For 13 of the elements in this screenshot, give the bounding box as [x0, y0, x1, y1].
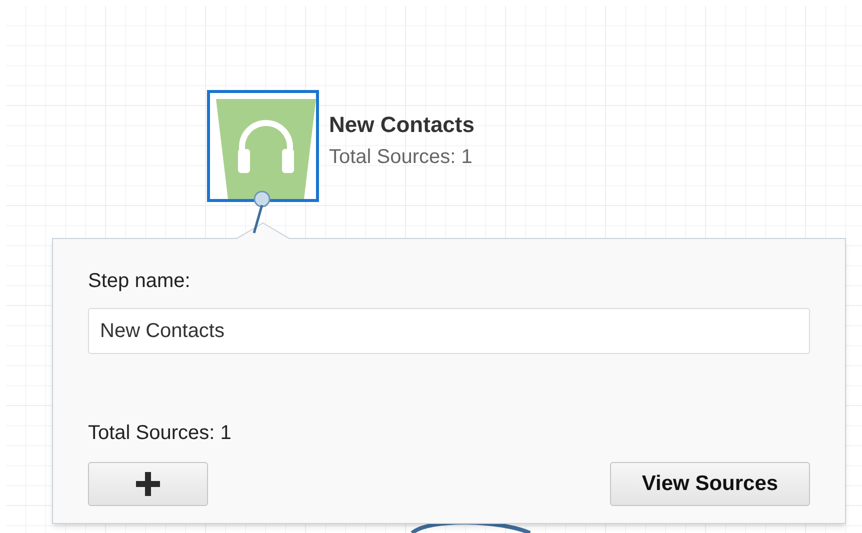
step-node[interactable]: [207, 90, 319, 202]
add-button[interactable]: [88, 462, 208, 506]
connector-line: [252, 205, 264, 234]
node-title: New Contacts: [329, 111, 474, 139]
step-name-field[interactable]: New Contacts: [88, 308, 810, 354]
popover-pointer: [236, 222, 290, 239]
total-sources-text: Total Sources: 1: [88, 421, 232, 446]
view-sources-button[interactable]: View Sources: [610, 462, 810, 506]
plus-icon: [136, 472, 160, 496]
node-subtitle: Total Sources: 1: [329, 145, 472, 170]
field-label: Step name:: [88, 269, 192, 294]
connector-handle[interactable]: [253, 190, 271, 208]
headphones-icon: [216, 99, 316, 199]
